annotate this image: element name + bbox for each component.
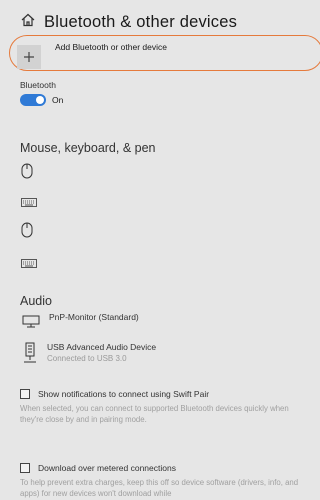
metered-checkbox-row[interactable]: Download over metered connections <box>20 463 176 473</box>
swift-pair-label[interactable]: Show notifications to connect using Swif… <box>38 389 209 399</box>
metered-description: To help prevent extra charges, keep this… <box>20 478 299 498</box>
metered-checkbox[interactable] <box>20 463 30 473</box>
device-status: Connected to USB 3.0 <box>47 354 127 363</box>
section-mouse-keyboard: Mouse, keyboard, & pen <box>20 141 156 155</box>
swift-pair-checkbox-row[interactable]: Show notifications to connect using Swif… <box>20 389 209 399</box>
add-device-button[interactable]: Add Bluetooth or other device <box>17 38 167 69</box>
section-audio: Audio <box>20 294 52 308</box>
bluetooth-toggle[interactable] <box>20 94 46 106</box>
home-icon[interactable] <box>20 12 36 33</box>
mouse-icon[interactable] <box>21 163 33 184</box>
speaker-icon <box>24 342 36 363</box>
mouse-icon[interactable] <box>21 222 33 243</box>
swift-pair-checkbox[interactable] <box>20 389 30 399</box>
add-device-label[interactable]: Add Bluetooth or other device <box>55 42 167 52</box>
page-title: Bluetooth & other devices <box>44 13 238 31</box>
bluetooth-label: Bluetooth <box>20 80 56 90</box>
audio-device-usb[interactable]: USB Advanced Audio Device Connected to U… <box>22 342 156 364</box>
keyboard-icon[interactable] <box>21 194 37 212</box>
audio-device-monitor[interactable]: PnP-Monitor (Standard) <box>22 312 139 328</box>
metered-label[interactable]: Download over metered connections <box>38 463 176 473</box>
plus-icon[interactable] <box>17 45 41 69</box>
bluetooth-toggle-row[interactable]: On <box>20 94 63 106</box>
device-name: USB Advanced Audio Device <box>47 342 157 352</box>
bluetooth-state: On <box>52 95 64 105</box>
monitor-icon <box>22 315 40 328</box>
keyboard-icon[interactable] <box>21 255 37 273</box>
device-name: PnP-Monitor (Standard) <box>49 312 139 322</box>
swift-pair-description: When selected, you can connect to suppor… <box>20 404 289 424</box>
page-header: Bluetooth & other devices <box>20 12 237 33</box>
